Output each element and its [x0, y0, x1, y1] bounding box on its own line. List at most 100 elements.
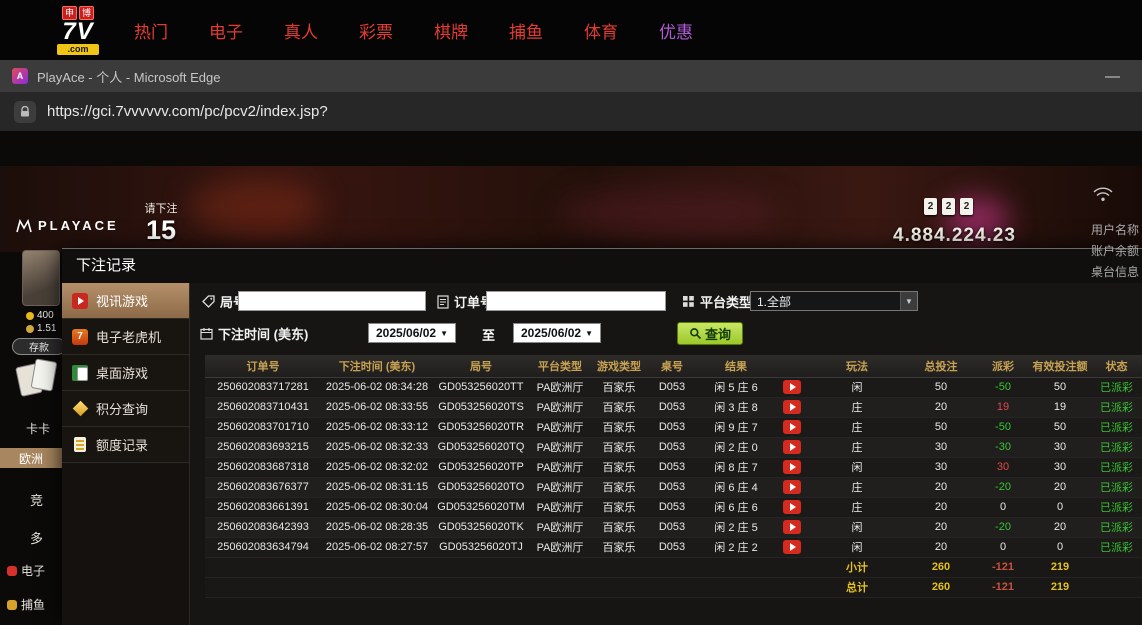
cell-result: 闲 2 庄 2: [697, 537, 775, 557]
table-row: 2506020836613912025-06-02 08:30:04GD0532…: [205, 497, 1142, 517]
empty-cell: [529, 557, 591, 577]
empty-cell: [205, 577, 321, 597]
nav-item-7[interactable]: 体育: [584, 18, 618, 43]
avatar[interactable]: [22, 250, 60, 306]
sidebar-item-2[interactable]: 电子老虎机: [62, 319, 189, 355]
replay-icon[interactable]: [783, 540, 801, 554]
bet-timer: 请下注 15: [136, 200, 186, 244]
cell-play: 闲: [809, 377, 905, 397]
replay-icon[interactable]: [783, 420, 801, 434]
order-input[interactable]: [486, 291, 666, 311]
replay-icon[interactable]: [783, 400, 801, 414]
nav-item-4[interactable]: 彩票: [359, 18, 393, 43]
rail-item-jing[interactable]: 竞: [30, 490, 43, 509]
cell-result: 闲 6 庄 4: [697, 477, 775, 497]
search-button[interactable]: 查询: [677, 322, 743, 345]
cell-result: 闲 6 庄 6: [697, 497, 775, 517]
search-button-label: 查询: [705, 324, 731, 343]
url-text[interactable]: https://gci.7vvvvvv.com/pc/pcv2/index.js…: [47, 103, 328, 120]
subtotal-row: 小计260-121219: [205, 557, 1142, 577]
rail-item-buyu[interactable]: 捕鱼: [7, 596, 45, 613]
table-row: 2506020837017102025-06-02 08:33:12GD0532…: [205, 417, 1142, 437]
deposit-button[interactable]: 存款: [12, 338, 66, 355]
playace-logo-icon: [16, 219, 32, 233]
empty-cell: [775, 557, 809, 577]
replay-icon[interactable]: [783, 440, 801, 454]
date-to-select[interactable]: 2025/06/02 ▼: [513, 323, 601, 343]
cell-play: 闲: [809, 457, 905, 477]
subtotal-label: 小计: [809, 557, 905, 577]
cell-time: 2025-06-02 08:31:15: [321, 477, 433, 497]
sidebar-item-5[interactable]: 额度记录: [62, 427, 189, 463]
nav-item-3[interactable]: 真人: [284, 18, 318, 43]
balance-stat-2: 1.51: [26, 323, 56, 334]
platform-select[interactable]: 1.全部 ▼: [750, 291, 918, 311]
empty-cell: [697, 557, 775, 577]
nav-item-1[interactable]: 热门: [134, 18, 168, 43]
cell-order: 250602083693215: [205, 437, 321, 457]
cell-play: 庄: [809, 477, 905, 497]
cell-platform: PA欧洲厅: [529, 457, 591, 477]
sidebar-item-3[interactable]: 桌面游戏: [62, 355, 189, 391]
rail-item-dianzi[interactable]: 电子: [7, 562, 45, 579]
site-logo[interactable]: 申 博 7V .com: [46, 6, 110, 55]
cell-play: 闲: [809, 537, 905, 557]
table-row: 2506020836932152025-06-02 08:32:33GD0532…: [205, 437, 1142, 457]
replay-icon[interactable]: [783, 520, 801, 534]
cell-game: 百家乐: [591, 517, 647, 537]
cell-status: 已派彩: [1091, 497, 1142, 517]
cell-round: GD053256020TT: [433, 377, 529, 397]
cell-round: GD053256020TM: [433, 497, 529, 517]
minimize-button[interactable]: —: [1105, 68, 1120, 85]
replay-icon[interactable]: [783, 380, 801, 394]
sidebar-item-4[interactable]: 积分查询: [62, 391, 189, 427]
total-total-bet: 260: [905, 577, 977, 597]
cell-platform: PA欧洲厅: [529, 377, 591, 397]
nav-item-2[interactable]: 电子: [209, 18, 243, 43]
balance-stat-1: 400: [26, 310, 54, 321]
rail-item-kaka[interactable]: 卡卡: [26, 420, 50, 437]
cell-replay: [775, 537, 809, 557]
play-triangle: [790, 423, 796, 431]
rail-item-ouzhou[interactable]: 欧洲: [0, 448, 62, 468]
cell-play: 闲: [809, 517, 905, 537]
date-from-select[interactable]: 2025/06/02 ▼: [368, 323, 456, 343]
round-input[interactable]: [238, 291, 426, 311]
cell-status: 已派彩: [1091, 377, 1142, 397]
cell-bet: 30: [905, 437, 977, 457]
wifi-icon: [1092, 186, 1114, 202]
cell-round: GD053256020TP: [433, 457, 529, 477]
replay-icon[interactable]: [783, 480, 801, 494]
panel-title: 下注记录: [62, 249, 1142, 283]
replay-icon[interactable]: [783, 500, 801, 514]
replay-icon[interactable]: [783, 460, 801, 474]
window-title: PlayAce - 个人 - Microsoft Edge: [37, 67, 1105, 86]
cell-payout: 19: [977, 397, 1029, 417]
jackpot-cards: 2 2 2: [924, 198, 973, 215]
cell-platform: PA欧洲厅: [529, 437, 591, 457]
cell-replay: [775, 517, 809, 537]
cell-valid: 50: [1029, 377, 1091, 397]
cell-bet: 20: [905, 477, 977, 497]
empty-cell: [321, 557, 433, 577]
time-filter-text: 下注时间 (美东): [218, 324, 308, 343]
page-content: PLAYACE 请下注 15 2 2 2 4.884.224.23 用户名称 账…: [0, 132, 1142, 625]
banner-glow: [190, 178, 320, 234]
nav-item-5[interactable]: 棋牌: [434, 18, 468, 43]
empty-cell: [321, 577, 433, 597]
cell-bet: 20: [905, 497, 977, 517]
rail-item-duo[interactable]: 多: [30, 528, 43, 547]
cell-table: D053: [647, 537, 697, 557]
nav-item-8[interactable]: 优惠: [659, 18, 693, 43]
cell-round: GD053256020TJ: [433, 537, 529, 557]
cell-status: 已派彩: [1091, 517, 1142, 537]
empty-cell: [775, 577, 809, 597]
nav-item-6[interactable]: 捕鱼: [509, 18, 543, 43]
card: 2: [924, 198, 937, 215]
cell-status: 已派彩: [1091, 457, 1142, 477]
cell-replay: [775, 497, 809, 517]
sidebar-item-1[interactable]: 视讯游戏: [62, 283, 189, 319]
lock-icon[interactable]: [14, 101, 36, 123]
calendar-icon: [200, 327, 213, 340]
playace-logo-text: PLAYACE: [38, 218, 119, 233]
